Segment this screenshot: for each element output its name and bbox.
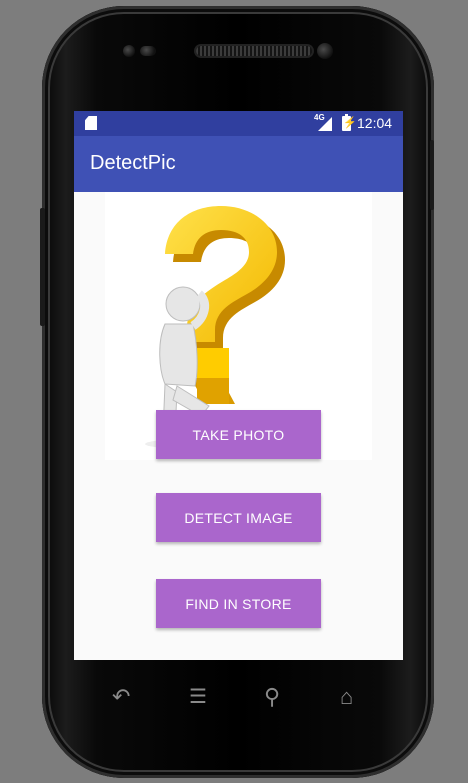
find-in-store-button[interactable]: FIND IN STORE — [156, 579, 321, 628]
detect-image-button[interactable]: DETECT IMAGE — [156, 493, 321, 542]
hardware-nav-bar: ↶ ☰ ⚲ ⌂ — [74, 676, 403, 720]
menu-icon[interactable]: ☰ — [189, 684, 207, 709]
status-time: 12:04 — [357, 115, 393, 131]
power-button — [430, 140, 434, 210]
volume-button — [40, 208, 45, 326]
home-icon[interactable]: ⌂ — [340, 684, 353, 710]
battery-icon: ⚡ — [342, 114, 357, 131]
sd-card-icon — [85, 116, 97, 130]
search-icon[interactable]: ⚲ — [264, 684, 280, 710]
light-sensor — [140, 46, 156, 56]
screen: 4G ⚡ 12:04 DetectPic TAKE PHOTO DETECT I… — [74, 111, 403, 660]
app-bar: DetectPic — [74, 136, 403, 192]
proximity-sensor — [123, 45, 135, 57]
network-type: 4G — [314, 113, 325, 122]
earpiece-speaker — [196, 46, 312, 56]
back-icon[interactable]: ↶ — [112, 684, 130, 710]
status-bar: 4G ⚡ 12:04 — [74, 111, 403, 136]
app-title: DetectPic — [90, 152, 176, 174]
take-photo-button[interactable]: TAKE PHOTO — [156, 410, 321, 459]
front-camera — [317, 43, 333, 59]
